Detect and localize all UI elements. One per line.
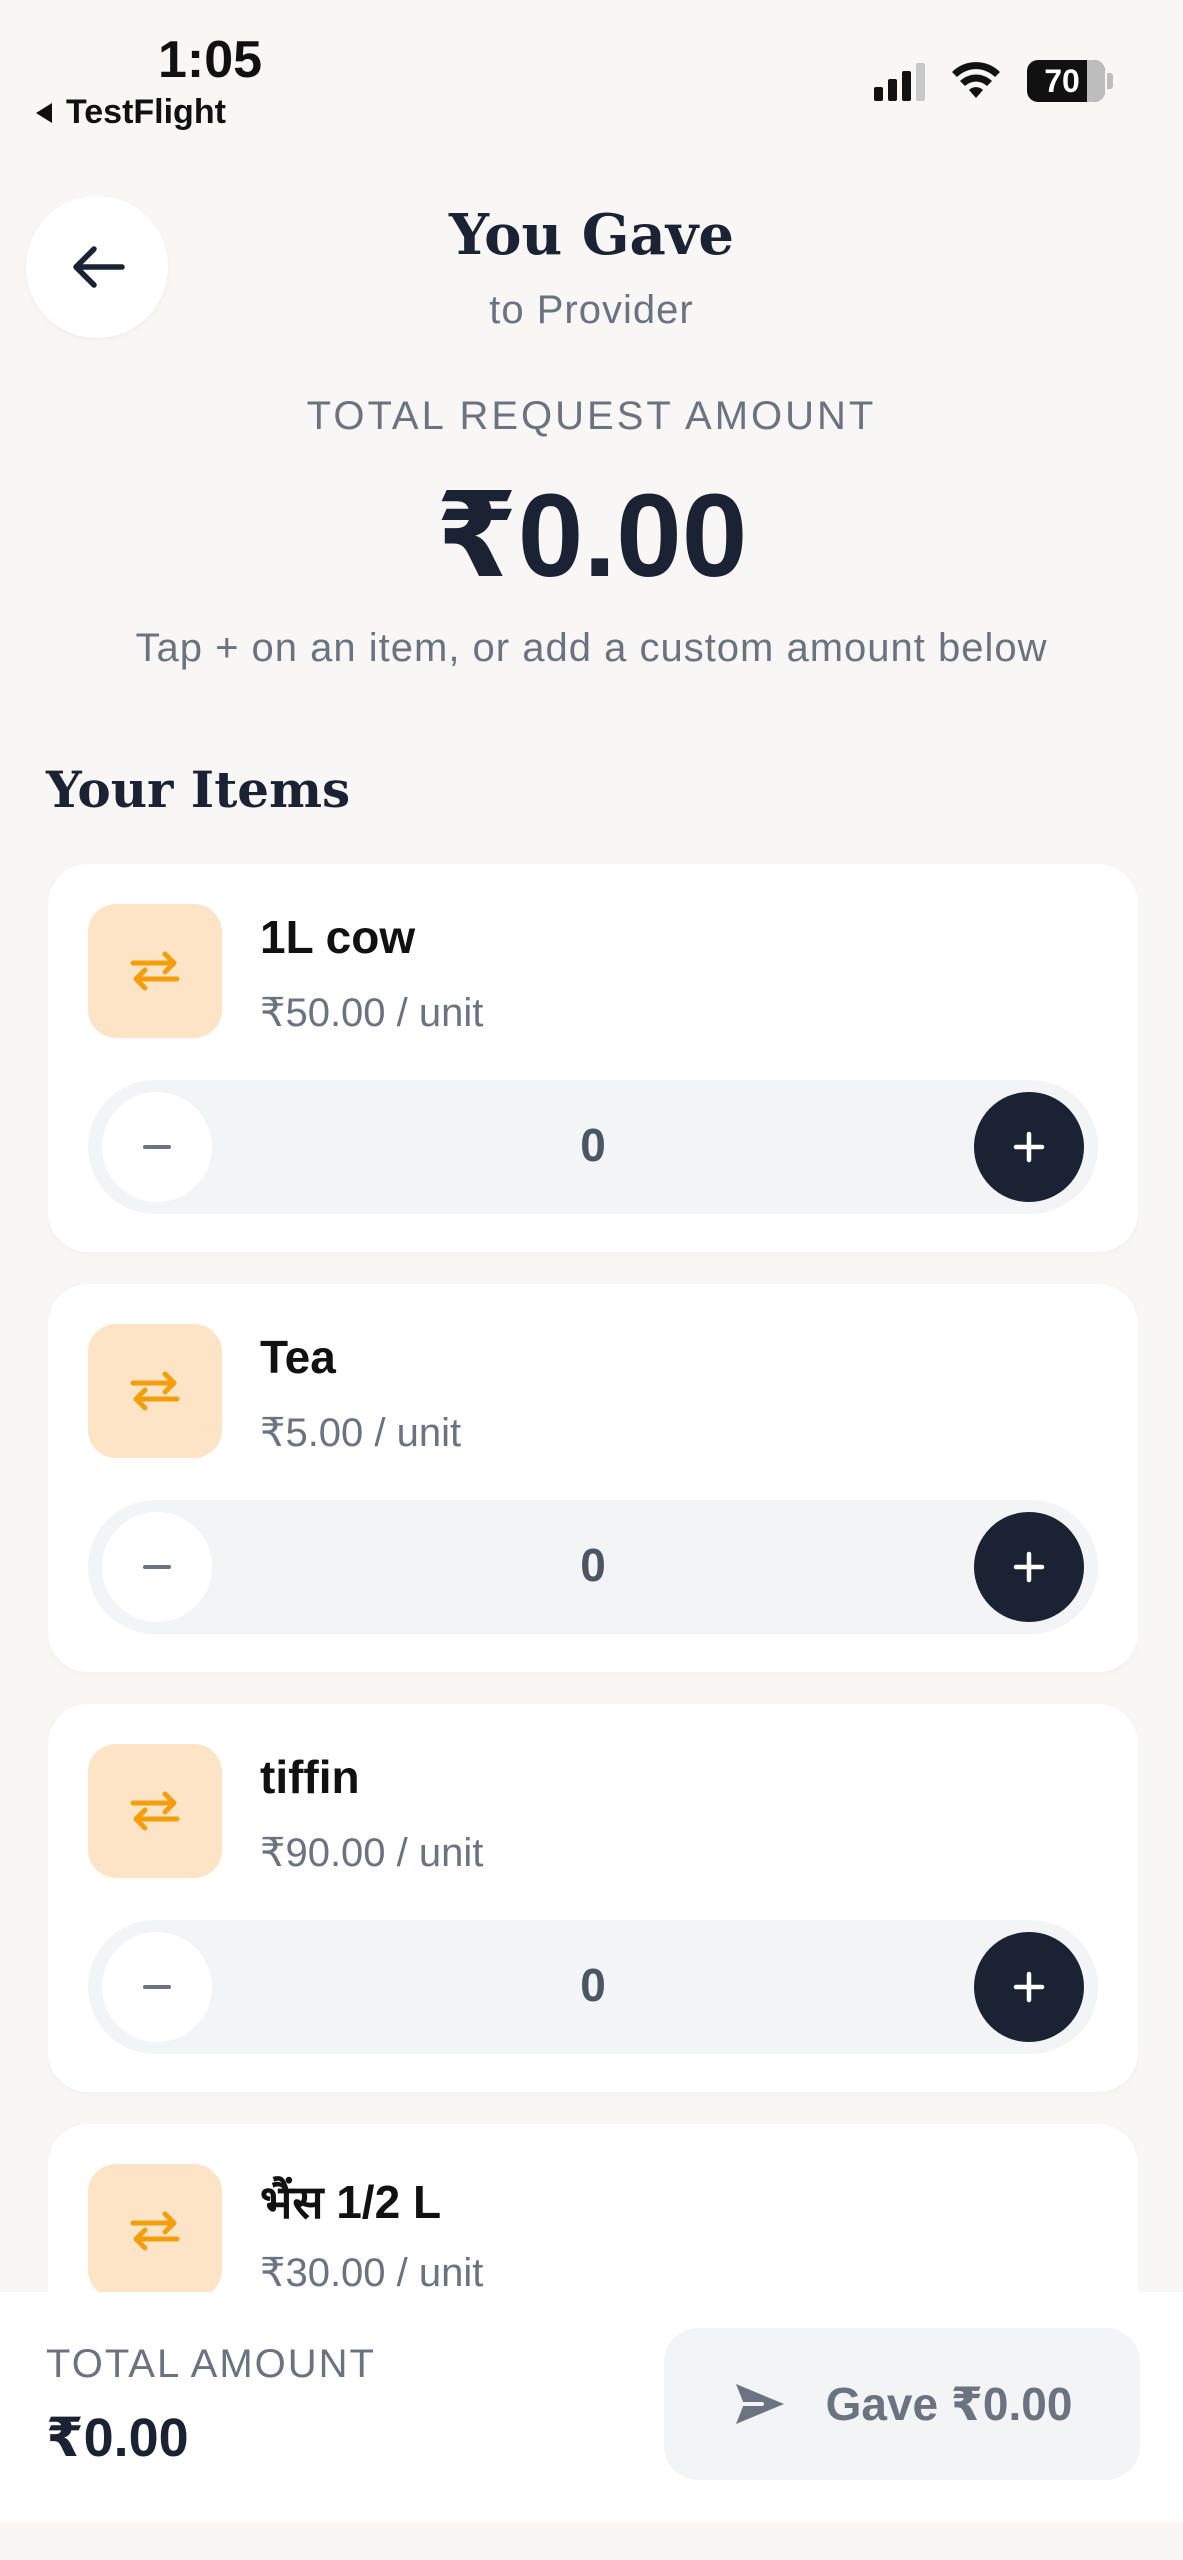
item-thumbnail [88, 1744, 222, 1878]
quantity-stepper: 0 [88, 1080, 1098, 1214]
testflight-label: TestFlight [66, 93, 226, 131]
item-price: ₹5.00 / unit [260, 1411, 462, 1455]
status-time: 1:05 [158, 31, 263, 89]
item-card: भैंस 1/2 L ₹30.00 / unit 0 [48, 2124, 1138, 2292]
footer-bar: TOTAL AMOUNT ₹0.00 Gave ₹0.00 [0, 2292, 1183, 2522]
plus-icon [1013, 1971, 1045, 2003]
hint-text: Tap + on an item, or add a custom amount… [135, 626, 1048, 670]
total-request-amount: ₹0.00 [435, 470, 748, 602]
item-thumbnail [88, 1324, 222, 1458]
plus-icon [1013, 1131, 1045, 1163]
items-list[interactable]: 1L cow ₹50.00 / unit 0 Tea ₹5.00 / unit … [48, 864, 1138, 2292]
item-name: भैंस 1/2 L [260, 2176, 442, 2228]
home-indicator-area [0, 2522, 1183, 2560]
total-amount-value: ₹0.00 [46, 2408, 189, 2468]
item-price: ₹90.00 / unit [260, 1831, 484, 1875]
increment-button[interactable] [974, 1092, 1084, 1202]
quantity-value: 0 [580, 1539, 606, 1591]
item-thumbnail [88, 2164, 222, 2292]
plus-icon [1013, 1551, 1045, 1583]
item-price: ₹50.00 / unit [260, 991, 484, 1035]
swap-arrows-icon [130, 1371, 180, 1411]
battery-icon: 70 [1027, 60, 1105, 102]
status-icons: 70 [874, 60, 1113, 102]
item-thumbnail [88, 904, 222, 1038]
quantity-stepper: 0 [88, 1920, 1098, 2054]
item-card: Tea ₹5.00 / unit 0 [48, 1284, 1138, 1672]
page-title: You Gave [449, 202, 734, 268]
page-subtitle: to Provider [489, 288, 694, 332]
send-icon [735, 2384, 784, 2424]
swap-arrows-icon [130, 1791, 180, 1831]
increment-button[interactable] [974, 1932, 1084, 2042]
item-price: ₹30.00 / unit [260, 2251, 484, 2292]
item-name: 1L cow [260, 911, 416, 963]
gave-button-label: Gave ₹0.00 [825, 2378, 1073, 2430]
cellular-signal-icon [874, 61, 925, 101]
back-triangle-icon [36, 102, 52, 123]
gave-button[interactable]: Gave ₹0.00 [664, 2328, 1140, 2480]
item-card: 1L cow ₹50.00 / unit 0 [48, 864, 1138, 1252]
increment-button[interactable] [974, 1512, 1084, 1622]
quantity-value: 0 [580, 1959, 606, 2011]
item-card: tiffin ₹90.00 / unit 0 [48, 1704, 1138, 2092]
swap-arrows-icon [130, 2211, 180, 2251]
testflight-back-link[interactable]: TestFlight [36, 93, 226, 132]
section-title: Your Items [46, 760, 351, 819]
quantity-stepper: 0 [88, 1500, 1098, 1634]
item-name: tiffin [260, 1751, 360, 1803]
battery-level: 70 [1044, 62, 1080, 99]
total-amount-label: TOTAL AMOUNT [46, 2342, 376, 2386]
swap-arrows-icon [130, 951, 180, 991]
total-request-label: TOTAL REQUEST AMOUNT [306, 394, 877, 438]
quantity-value: 0 [580, 1119, 606, 1171]
wifi-icon [952, 62, 1000, 98]
item-name: Tea [260, 1331, 336, 1383]
